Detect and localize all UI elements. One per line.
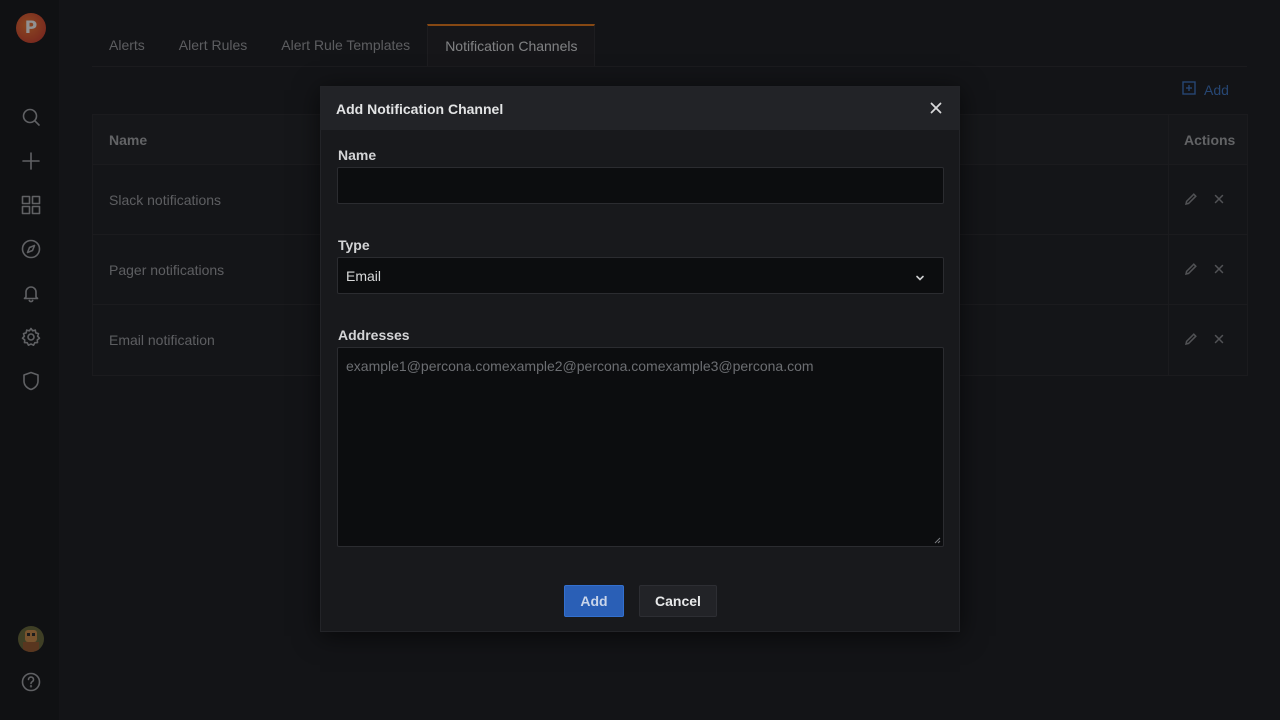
resize-grip-icon[interactable]	[933, 536, 941, 544]
addresses-placeholder: example1@percona.comexample2@percona.com…	[346, 358, 814, 374]
addresses-label: Addresses	[338, 327, 410, 343]
cancel-button[interactable]: Cancel	[639, 585, 717, 617]
type-label: Type	[338, 237, 370, 253]
close-icon[interactable]	[927, 99, 945, 117]
type-selected-value: Email	[346, 267, 382, 284]
modal-header: Add Notification Channel	[321, 87, 959, 130]
name-label: Name	[338, 147, 377, 163]
name-input[interactable]	[337, 167, 944, 204]
type-select[interactable]: Email	[337, 257, 944, 294]
addresses-textarea[interactable]: example1@percona.comexample2@percona.com…	[337, 347, 944, 547]
add-channel-modal: Add Notification Channel Name Type Email…	[320, 86, 960, 632]
chevron-down-icon	[915, 270, 925, 286]
modal-title: Add Notification Channel	[336, 100, 504, 117]
add-button[interactable]: Add	[564, 585, 624, 617]
